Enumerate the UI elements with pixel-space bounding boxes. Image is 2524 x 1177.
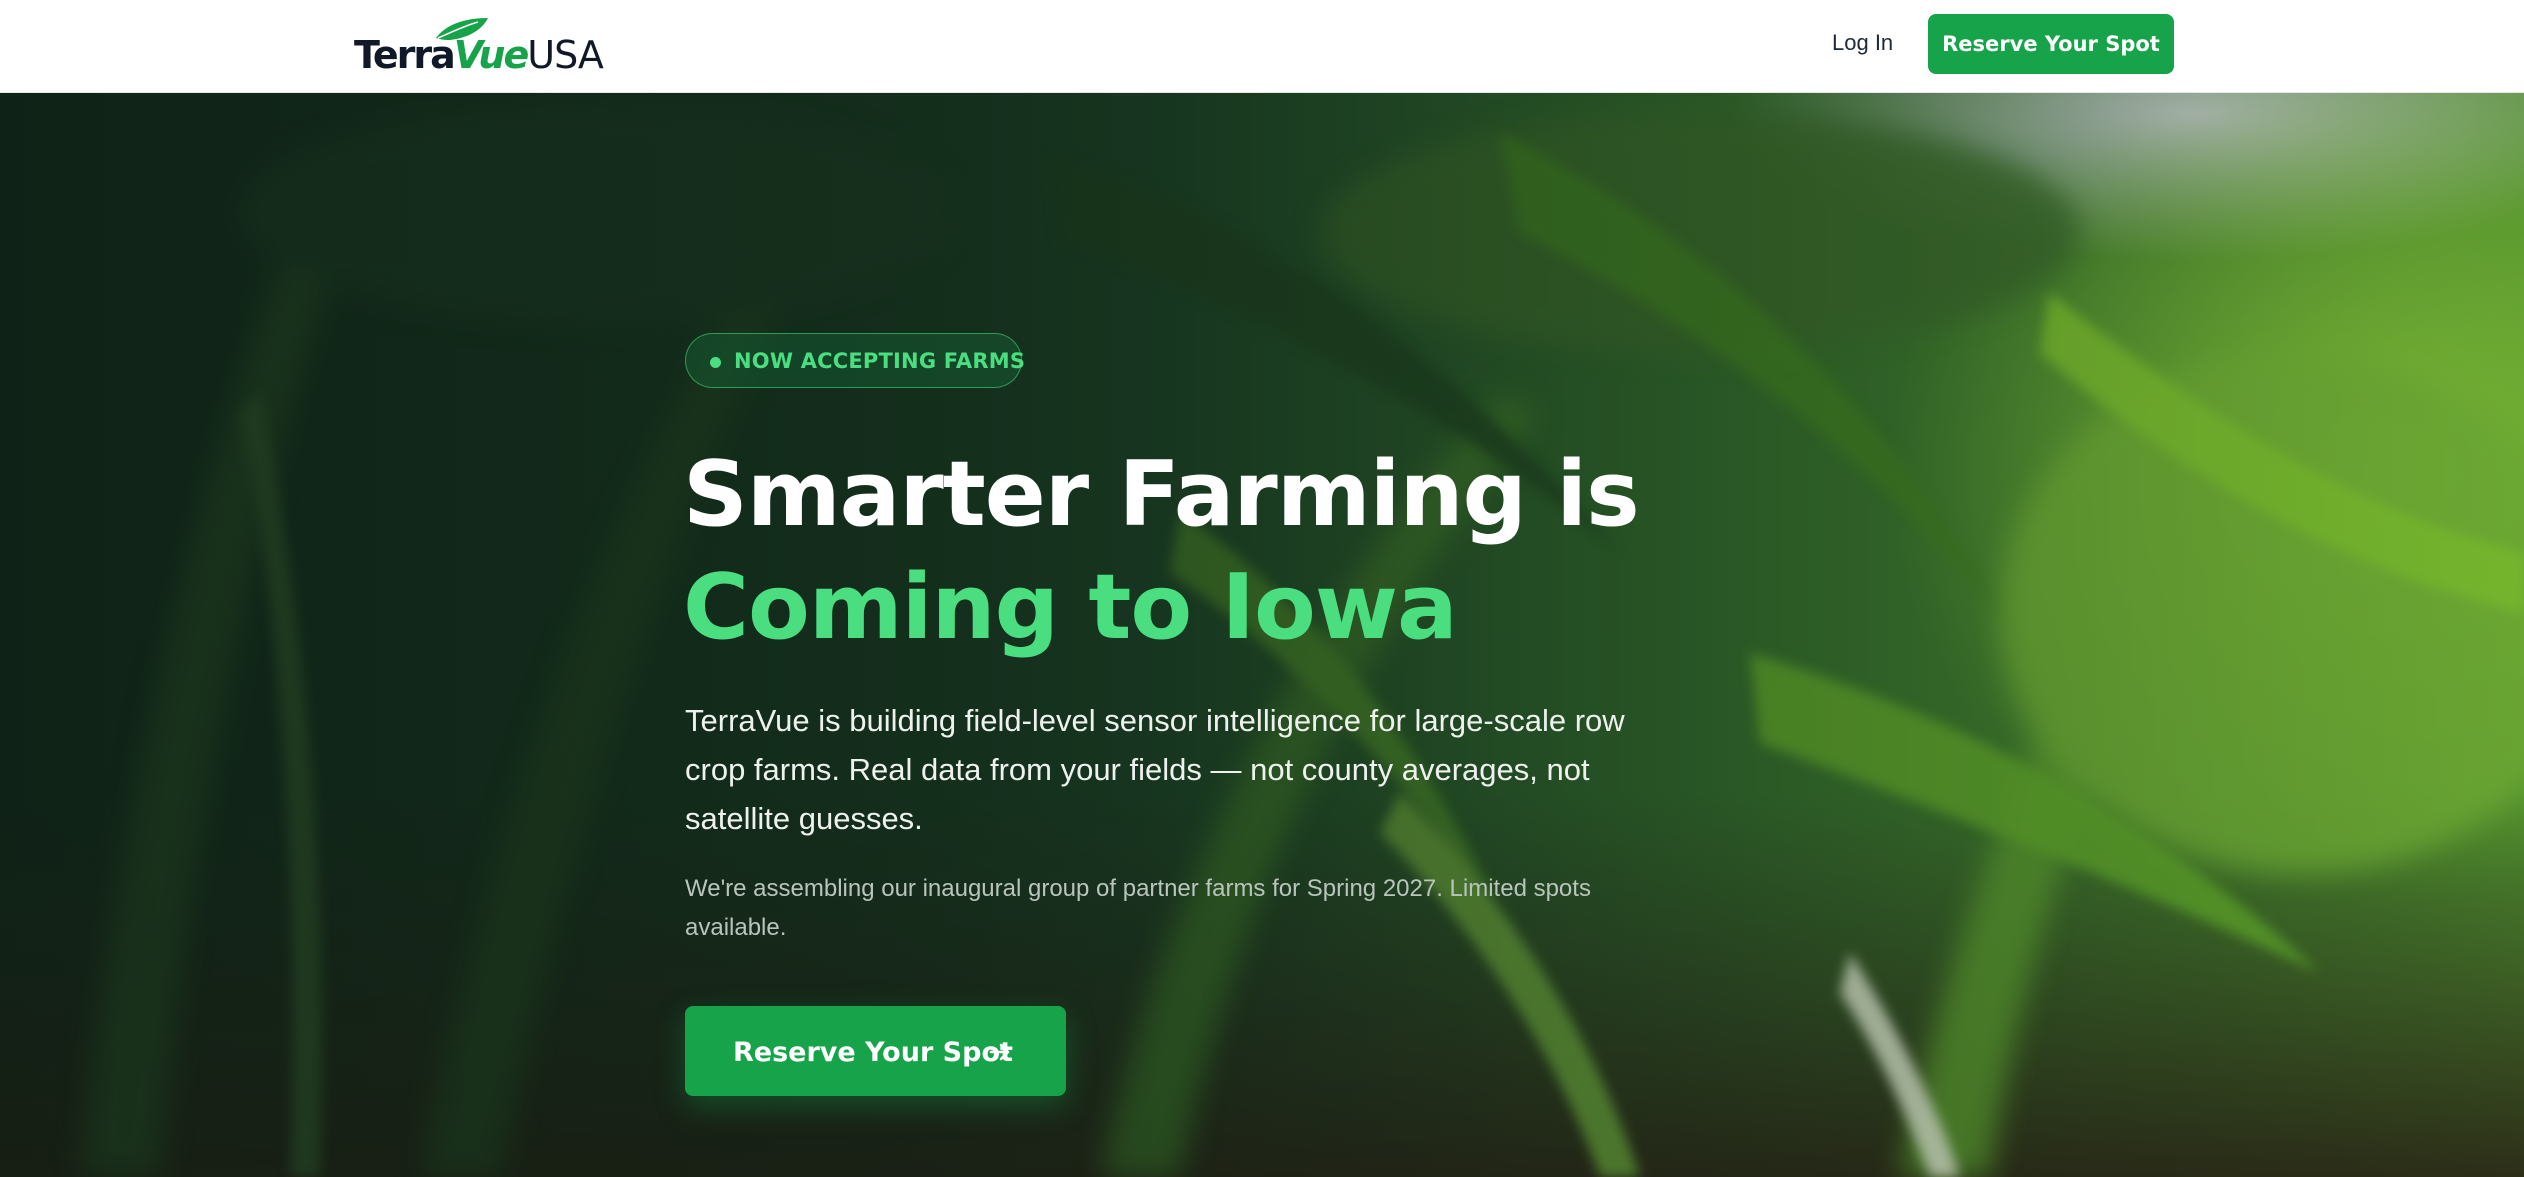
arrow-right-icon xyxy=(989,1043,1010,1061)
terravue-logo[interactable]: TerraVueUSA xyxy=(354,16,604,76)
hero-headline: Smarter Farming is Coming to Iowa xyxy=(683,438,1640,664)
status-badge-label: NOW ACCEPTING FARMS xyxy=(734,349,1026,373)
hero-cta-label: Reserve Your Spot xyxy=(733,1037,1013,1068)
status-dot-icon xyxy=(710,357,721,368)
status-badge: NOW ACCEPTING FARMS xyxy=(685,333,1026,388)
hero-reserve-button[interactable]: Reserve Your Spot xyxy=(685,1006,1066,1096)
logo-vue-text: Vue xyxy=(453,33,529,77)
hero-lead-paragraph: TerraVue is building field-level sensor … xyxy=(685,703,1625,836)
headline-line-2: Coming to Iowa xyxy=(683,555,1458,660)
hero-section: NOW ACCEPTING FARMS Smarter Farming is C… xyxy=(0,93,2524,1177)
hero-note-paragraph: We're assembling our inaugural group of … xyxy=(685,875,1591,941)
logo-wordmark: TerraVueUSA xyxy=(354,33,604,77)
headline-line-1: Smarter Farming is xyxy=(683,442,1640,547)
logo-usa-text: USA xyxy=(527,33,604,77)
login-link[interactable]: Log In xyxy=(1832,30,1893,56)
top-nav-bar: TerraVueUSA Log In Reserve Your Spot xyxy=(0,0,2524,93)
logo-terra-text: Terra xyxy=(354,33,456,77)
header-reserve-button[interactable]: Reserve Your Spot xyxy=(1928,14,2174,74)
